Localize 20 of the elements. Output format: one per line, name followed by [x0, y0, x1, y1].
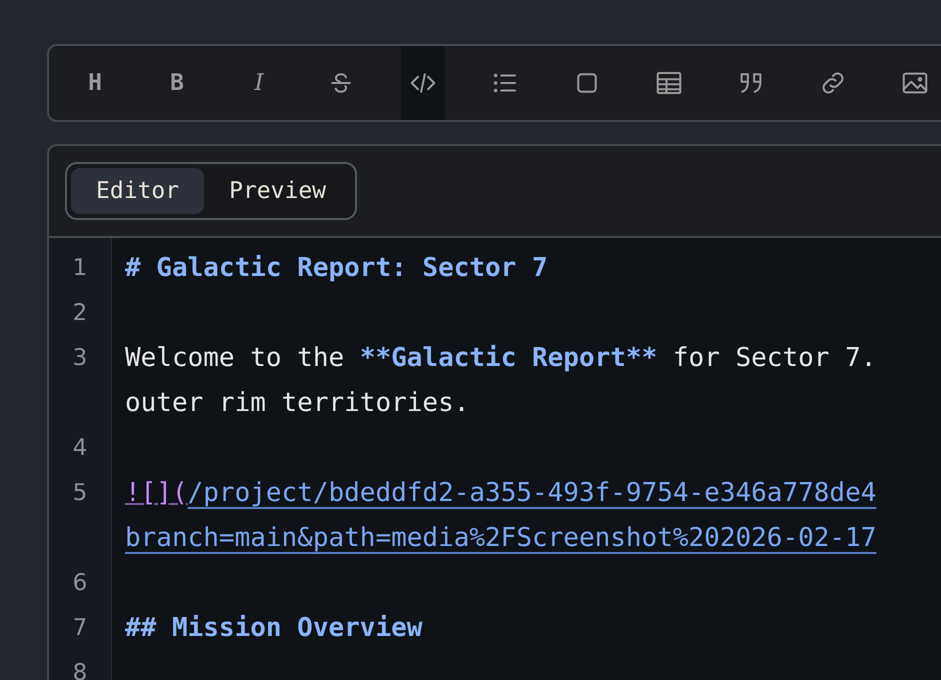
line-number: 3 [72, 344, 88, 373]
line-number: 7 [72, 614, 88, 643]
heading-button[interactable]: H [73, 61, 117, 105]
code-button[interactable] [401, 46, 445, 120]
code-line: Welcome to the **Galactic Report** for Sector 7. [125, 343, 876, 373]
bold-button[interactable]: B [155, 61, 199, 105]
code-line: ![](/project/bdeddfd2-a355-493f-9754-e346a778de4 [125, 478, 876, 508]
line-number: 1 [72, 254, 88, 283]
line-number: 8 [72, 659, 88, 680]
tab[interactable]: Preview [204, 168, 352, 214]
tab[interactable]: Editor [71, 168, 204, 214]
line-number: 2 [72, 299, 88, 328]
line-number: 4 [72, 434, 88, 463]
code-line: # Galactic Report: Sector 7 [125, 253, 548, 283]
line-number: 5 [72, 479, 88, 508]
line-number: 6 [72, 569, 88, 598]
code-line: branch=main&path=media%2FScreenshot%202026-02-17 [125, 523, 876, 553]
italic-button[interactable]: I [237, 61, 281, 105]
code-line: ## Mission Overview [125, 613, 422, 643]
code-line: outer rim territories. [125, 388, 470, 418]
